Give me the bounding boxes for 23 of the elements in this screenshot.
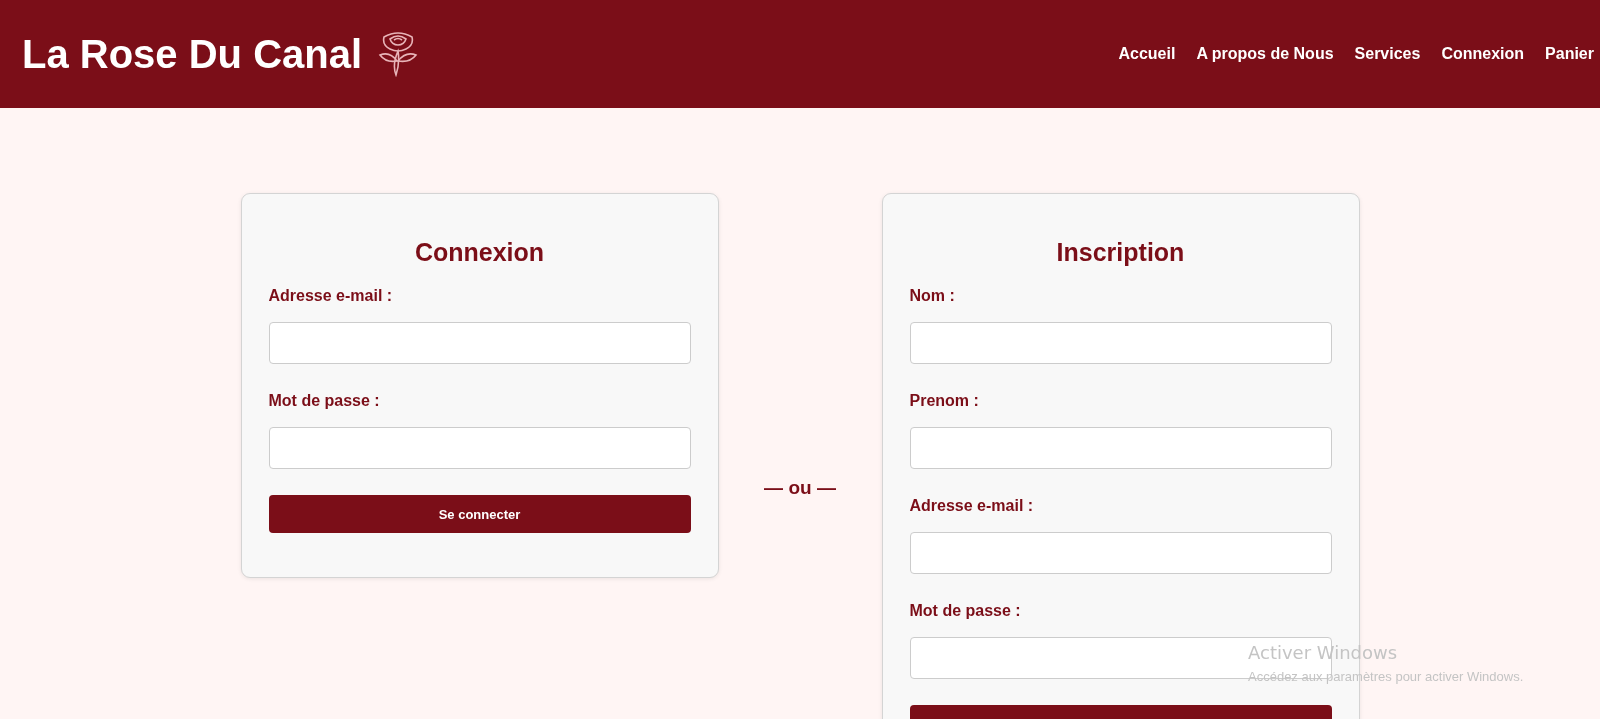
nav-link[interactable]: Accueil	[1118, 45, 1176, 63]
activation-title: Activer Windows	[1248, 642, 1399, 663]
input-field[interactable]	[268, 322, 691, 364]
nav-link[interactable]: A propos de Nous	[1196, 45, 1334, 63]
site-title: La Rose Du Canal	[22, 31, 363, 77]
field-label: Nom :	[909, 287, 956, 305]
card-title: Connexion	[413, 238, 546, 267]
login-button[interactable]: Se connecter	[268, 495, 691, 533]
separator-text: — ou —	[763, 477, 837, 499]
input-field[interactable]	[909, 427, 1332, 469]
nav-link[interactable]: Services	[1354, 45, 1421, 63]
field-label: Prenom :	[909, 392, 980, 410]
input-field[interactable]	[909, 532, 1332, 574]
nav-link[interactable]: Connexion	[1441, 45, 1525, 63]
nav-link[interactable]: Panier	[1545, 45, 1594, 63]
input-field[interactable]	[909, 322, 1332, 364]
input-field[interactable]	[268, 427, 691, 469]
field-label: Adresse e-mail :	[909, 497, 1035, 515]
field-label: Adresse e-mail :	[268, 287, 394, 305]
card-title: Inscription	[1055, 238, 1186, 267]
field-label: Mot de passe :	[909, 602, 1022, 620]
activation-text: Accédez aux paramètres pour activer Windows.	[1248, 669, 1524, 684]
field-label: Mot de passe :	[268, 392, 381, 410]
